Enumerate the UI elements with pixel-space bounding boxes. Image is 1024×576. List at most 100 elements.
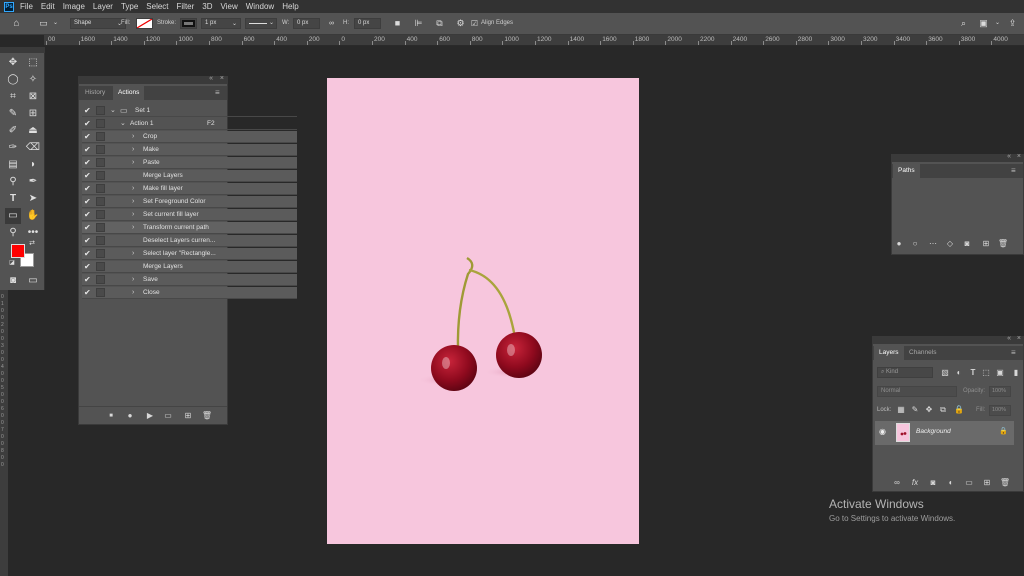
load-selection-icon[interactable]: ⋯ (927, 238, 939, 250)
tab-actions[interactable]: Actions (113, 86, 145, 100)
dialog-toggle[interactable] (96, 106, 105, 115)
align-edges-checkbox[interactable]: ☑ (469, 18, 480, 29)
stamp-tool-icon[interactable]: ⏏ (25, 123, 41, 139)
action-step-row[interactable]: ✔ › Close (82, 287, 297, 299)
menu-type[interactable]: Type (121, 2, 138, 11)
dialog-toggle[interactable] (96, 184, 105, 193)
panel-menu-icon[interactable]: ≡ (1011, 346, 1019, 360)
type-tool-icon[interactable]: T (5, 191, 21, 207)
close-icon[interactable]: × (1017, 335, 1021, 342)
tool-preset-icon[interactable]: ▭ (38, 18, 49, 29)
tool-preset-chevron-icon[interactable]: ⌄ (50, 18, 61, 29)
action-step-row[interactable]: ✔ › Crop (82, 131, 297, 143)
workspace-icon[interactable]: ▣ (978, 18, 989, 29)
screen-mode-icon[interactable]: ▭ (25, 273, 41, 289)
tab-layers[interactable]: Layers (874, 346, 904, 360)
dialog-toggle[interactable] (96, 158, 105, 167)
action-step-row[interactable]: ✔ Merge Layers (82, 170, 297, 182)
share-icon[interactable]: ⇪ (1007, 18, 1018, 29)
menu-image[interactable]: Image (63, 2, 85, 11)
action-row[interactable]: ✔ ⌄ Action 1 F2 (82, 118, 297, 130)
link-icon[interactable]: ∞ (326, 18, 337, 29)
menu-filter[interactable]: Filter (177, 2, 195, 11)
rectangle-tool-icon[interactable]: ▭ (5, 208, 21, 224)
add-mask-icon[interactable]: ◙ (927, 477, 939, 489)
stop-icon[interactable]: ■ (105, 410, 117, 422)
dialog-toggle[interactable] (96, 119, 105, 128)
history-brush-tool-icon[interactable]: ✑ (5, 140, 21, 156)
mode-select[interactable]: Shape ⌄ (70, 18, 126, 29)
check-icon[interactable]: ✔ (84, 171, 93, 180)
close-icon[interactable]: × (1017, 153, 1021, 160)
path-arrangement-icon[interactable]: ⧉ (434, 18, 445, 29)
lock-image-icon[interactable]: ✎ (909, 404, 921, 416)
pixel-filter-icon[interactable]: ▧ (939, 367, 951, 379)
check-icon[interactable]: ✔ (84, 288, 93, 297)
default-colors-icon[interactable]: ◪ (7, 258, 17, 268)
trash-icon[interactable]: 🗑 (201, 410, 213, 422)
stroke-width-input[interactable]: 1 px ⌄ (201, 18, 241, 29)
lasso-tool-icon[interactable]: ◯ (5, 72, 21, 88)
new-action-icon[interactable]: ⊞ (182, 410, 194, 422)
stroke-swatch[interactable] (180, 18, 197, 29)
quick-mask-icon[interactable]: ◙ (5, 273, 21, 289)
move-tool-icon[interactable]: ✥ (5, 55, 21, 71)
action-step-row[interactable]: ✔ › Paste (82, 157, 297, 169)
stroke-path-icon[interactable]: ○ (909, 238, 921, 250)
home-icon[interactable]: ⌂ (11, 18, 22, 29)
play-icon[interactable]: ▶ (144, 410, 156, 422)
menu-edit[interactable]: Edit (41, 2, 55, 11)
chevron-down-icon[interactable]: ⌄ (120, 118, 126, 130)
chevron-right-icon[interactable]: › (132, 144, 134, 156)
marquee-tool-icon[interactable]: ⬚ (25, 55, 41, 71)
menu-select[interactable]: Select (146, 2, 168, 11)
trash-icon[interactable]: 🗑 (997, 238, 1009, 250)
action-step-row-selected[interactable]: ✔ › Transform current path (82, 222, 297, 234)
chevron-right-icon[interactable]: › (132, 274, 134, 286)
chevron-right-icon[interactable]: › (132, 183, 134, 195)
action-step-row[interactable]: ✔ › Make (82, 144, 297, 156)
path-selection-tool-icon[interactable]: ➤ (25, 191, 41, 207)
eyedropper-tool-icon[interactable]: ✎ (5, 106, 21, 122)
stroke-type-select[interactable]: ⌄ (245, 18, 277, 29)
chevron-right-icon[interactable]: › (132, 131, 134, 143)
brush-tool-icon[interactable]: ✐ (5, 123, 21, 139)
zoom-tool-icon[interactable]: ⚲ (5, 225, 21, 241)
smart-object-filter-icon[interactable]: ▣ (994, 367, 1006, 379)
action-step-row[interactable]: ✔ › Set current fill layer (82, 209, 297, 221)
fill-path-icon[interactable]: ● (893, 238, 905, 250)
action-step-row[interactable]: ✔ › Make fill layer (82, 183, 297, 195)
new-path-icon[interactable]: ⊞ (980, 238, 992, 250)
path-alignment-icon[interactable]: ⊫ (413, 18, 424, 29)
chevron-right-icon[interactable]: › (132, 196, 134, 208)
workspace-chevron-icon[interactable]: ⌄ (992, 18, 1003, 29)
dialog-toggle[interactable] (96, 249, 105, 258)
check-icon[interactable]: ✔ (84, 262, 93, 271)
chevron-down-icon[interactable]: ⌄ (110, 105, 116, 117)
tab-history[interactable]: History (80, 86, 110, 100)
hand-tool-icon[interactable]: ✋ (25, 208, 41, 224)
record-icon[interactable]: ● (124, 410, 136, 422)
chevron-right-icon[interactable]: › (132, 222, 134, 234)
dialog-toggle[interactable] (96, 197, 105, 206)
width-input[interactable]: 0 px (293, 18, 320, 29)
dialog-toggle[interactable] (96, 171, 105, 180)
new-layer-icon[interactable]: ⊞ (981, 477, 993, 489)
check-icon[interactable]: ✔ (84, 210, 93, 219)
dodge-tool-icon[interactable]: ⚲ (5, 174, 21, 190)
blur-tool-icon[interactable]: ◗ (25, 157, 41, 173)
chevron-right-icon[interactable]: › (132, 287, 134, 299)
menu-file[interactable]: File (20, 2, 33, 11)
collapse-icon[interactable]: « (209, 75, 213, 82)
check-icon[interactable]: ✔ (84, 223, 93, 232)
filter-toggle-icon[interactable]: ▮ (1010, 367, 1022, 379)
menu-view[interactable]: View (221, 2, 238, 11)
dialog-toggle[interactable] (96, 236, 105, 245)
chevron-right-icon[interactable]: › (132, 248, 134, 260)
gear-icon[interactable]: ⚙ (455, 18, 466, 29)
action-step-row[interactable]: ✔ › Set Foreground Color (82, 196, 297, 208)
action-step-row[interactable]: ✔ Merge Layers (82, 261, 297, 273)
height-input[interactable]: 0 px (354, 18, 381, 29)
lock-artboard-icon[interactable]: ⧉ (937, 404, 949, 416)
collapse-icon[interactable]: « (1007, 335, 1011, 342)
